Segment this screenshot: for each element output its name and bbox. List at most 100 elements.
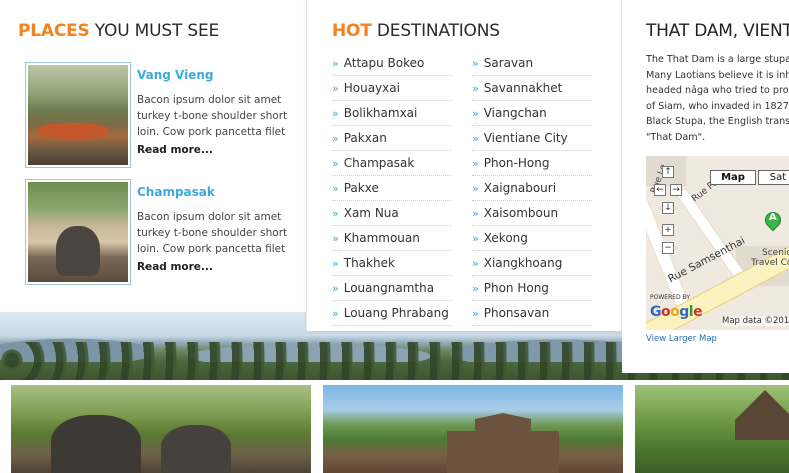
map-place-label: Scenic <box>762 248 789 258</box>
arrow-icon: » <box>472 257 479 270</box>
arrow-icon: » <box>332 232 339 245</box>
place-thumbnail[interactable] <box>25 62 131 168</box>
destination-label: Khammouan <box>343 231 420 245</box>
destination-link[interactable]: » Vientiane City <box>472 126 592 151</box>
destination-label: Savannakhet <box>483 81 563 95</box>
arrow-icon: » <box>472 282 479 295</box>
read-more-link[interactable]: Read more... <box>137 261 213 273</box>
destination-label: Vientiane City <box>483 131 568 145</box>
destination-link[interactable]: » Thakhek <box>332 251 452 276</box>
destination-link[interactable]: » Xekong <box>472 226 592 251</box>
arrow-icon: » <box>332 257 339 270</box>
arrow-icon: » <box>472 182 479 195</box>
destination-link[interactable]: » Xiangkhoang <box>472 251 592 276</box>
place-card: Vang Vieng Bacon ipsum dolor sit amet tu… <box>25 62 295 168</box>
map-marker-label: A <box>769 212 777 223</box>
google-letter: o <box>670 304 680 320</box>
destination-label: Xiangkhoang <box>483 256 563 270</box>
places-heading: PLACES YOU MUST SEE <box>18 21 219 41</box>
destination-label: Viangchan <box>483 106 547 120</box>
destination-link[interactable]: » Saravan <box>472 51 592 76</box>
destination-label: Bolikhamxai <box>343 106 418 120</box>
arrow-icon: » <box>332 82 339 95</box>
destination-link[interactable]: » Bolikhamxai <box>332 101 452 126</box>
google-logo[interactable]: Google <box>650 304 703 320</box>
map-tab-map[interactable]: Map <box>710 170 756 185</box>
gallery-photo-temple-ruins[interactable] <box>323 385 623 473</box>
pan-right-icon[interactable]: → <box>670 184 682 196</box>
feature-heading: THAT DAM, VIENT <box>646 21 789 41</box>
feature-description: The That Dam is a large stupa Many Laoti… <box>646 52 789 146</box>
description-line: "That Dam". <box>646 131 706 143</box>
destination-link[interactable]: » Phon Hong <box>472 276 592 301</box>
destination-label: Louangnamtha <box>343 281 435 295</box>
description-line: headed nâga who tried to prot <box>646 85 789 97</box>
destination-link[interactable]: » Champasak <box>332 151 452 176</box>
destination-label: Pakxan <box>343 131 387 145</box>
google-letter: g <box>679 304 689 320</box>
destination-link[interactable]: » Khammouan <box>332 226 452 251</box>
destination-link[interactable]: » Xaisomboun <box>472 201 592 226</box>
description-line: The That Dam is a large stupa <box>646 54 789 65</box>
description-line: of Siam, who invaded in 1827. <box>646 100 789 112</box>
arrow-icon: » <box>472 57 479 70</box>
destination-label: Attapu Bokeo <box>343 56 425 70</box>
destination-label: Louang Phrabang <box>343 306 449 320</box>
arrow-icon: » <box>472 82 479 95</box>
zoom-out-icon[interactable]: − <box>662 242 674 254</box>
arrow-icon: » <box>332 207 339 220</box>
destination-link[interactable]: » Attapu Bokeo <box>332 51 452 76</box>
destination-label: Pakxe <box>343 181 379 195</box>
destination-label: Thakhek <box>343 256 395 270</box>
destinations-list-right: » Saravan » Savannakhet » Viangchan » Vienti… <box>472 51 592 326</box>
place-title-link[interactable]: Vang Vieng <box>137 68 214 82</box>
destination-label: Champasak <box>343 156 415 170</box>
read-more-link[interactable]: Read more... <box>137 144 213 156</box>
destination-label: Xekong <box>483 231 528 245</box>
google-letter: o <box>661 304 671 320</box>
embedded-map[interactable]: Rue Le Rue Pa Rue Samsenthai Scenic Trav… <box>646 156 789 330</box>
destination-link[interactable]: » Pakxan <box>332 126 452 151</box>
pan-up-icon[interactable]: ↑ <box>662 166 674 178</box>
pan-left-icon[interactable]: ← <box>654 184 666 196</box>
destination-label: Saravan <box>483 56 534 70</box>
destination-link[interactable]: » Phonsavan <box>472 301 592 326</box>
google-letter: G <box>650 304 662 320</box>
destination-link[interactable]: » Savannakhet <box>472 76 592 101</box>
arrow-icon: » <box>472 307 479 320</box>
feature-section: THAT DAM, VIENT The That Dam is a large … <box>622 0 789 373</box>
place-thumbnail[interactable] <box>25 179 131 285</box>
destination-label: Houayxai <box>343 81 400 95</box>
arrow-icon: » <box>472 232 479 245</box>
destination-link[interactable]: » Xaignabouri <box>472 176 592 201</box>
arrow-icon: » <box>472 157 479 170</box>
arrow-icon: » <box>472 207 479 220</box>
arrow-icon: » <box>472 132 479 145</box>
description-line: Many Laotians believe it is inh <box>646 69 789 81</box>
destination-link[interactable]: » Viangchan <box>472 101 592 126</box>
destination-link[interactable]: » Louang Phrabang <box>332 301 452 326</box>
place-title-link[interactable]: Champasak <box>137 185 215 199</box>
zoom-in-icon[interactable]: + <box>662 224 674 236</box>
arrow-icon: » <box>332 157 339 170</box>
arrow-icon: » <box>332 132 339 145</box>
arrow-icon: » <box>332 57 339 70</box>
view-larger-map-link[interactable]: View Larger Map <box>646 334 717 344</box>
places-heading-highlight: PLACES <box>18 21 90 41</box>
destination-link[interactable]: » Louangnamtha <box>332 276 452 301</box>
gallery-photo-village[interactable] <box>635 385 789 473</box>
destination-link[interactable]: » Xam Nua <box>332 201 452 226</box>
map-place-label: Travel Co. <box>751 258 789 268</box>
description-line: Black Stupa, the English transl <box>646 116 789 128</box>
destination-link[interactable]: » Pakxe <box>332 176 452 201</box>
destination-label: Phon Hong <box>483 281 549 295</box>
arrow-icon: » <box>332 282 339 295</box>
destination-link[interactable]: » Phon-Hong <box>472 151 592 176</box>
gallery-photo-elephants[interactable] <box>11 385 311 473</box>
destination-link[interactable]: » Houayxai <box>332 76 452 101</box>
map-tab-satellite[interactable]: Sat <box>758 170 789 185</box>
pan-down-icon[interactable]: ↓ <box>662 202 674 214</box>
destination-label: Phon-Hong <box>483 156 550 170</box>
arrow-icon: » <box>332 107 339 120</box>
destination-label: Xaignabouri <box>483 181 557 195</box>
